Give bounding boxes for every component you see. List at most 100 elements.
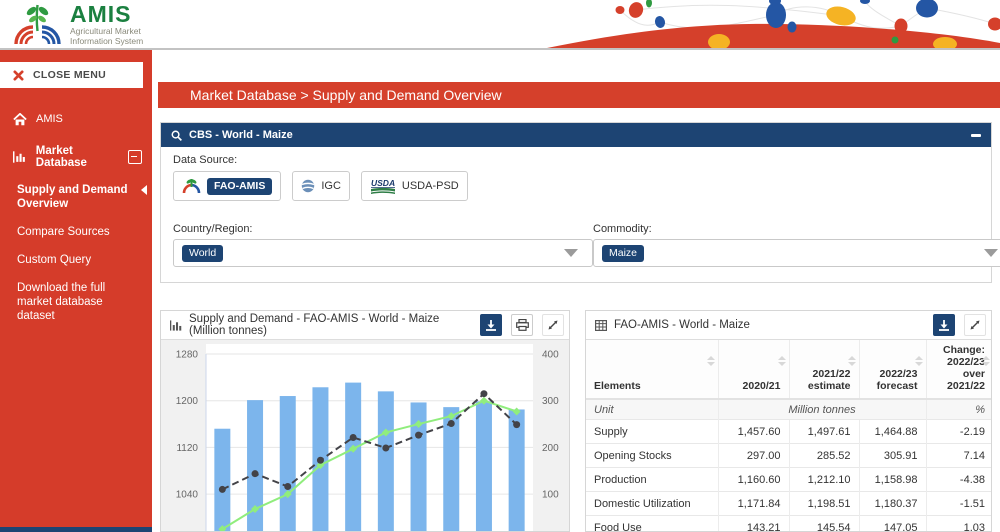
marker-line-dark-dashed[interactable] <box>350 434 357 441</box>
chart-print-button[interactable] <box>511 314 533 336</box>
value-cell: 1,457.60 <box>718 420 789 444</box>
sidebar-item-supply-and-demand-overview[interactable]: Supply and Demand Overview <box>0 183 152 211</box>
source-label: USDA-PSD <box>402 180 459 192</box>
table-expand-button[interactable] <box>964 314 986 336</box>
left-axis-tick: 1120 <box>176 443 198 454</box>
element-cell: Supply <box>586 420 718 444</box>
country-label: Country/Region: <box>173 223 253 235</box>
chart-download-button[interactable] <box>480 314 502 336</box>
chart-body: 1280400120030011202001040100 <box>161 340 569 532</box>
marker-line-dark-dashed[interactable] <box>513 421 520 428</box>
bar[interactable] <box>345 383 361 532</box>
value-cell: 1.03 <box>926 516 992 532</box>
sidebar-item-market-database-label: Market Database <box>36 145 110 169</box>
bar[interactable] <box>214 429 230 532</box>
sidebar-item-amis[interactable]: AMIS <box>0 108 152 130</box>
sort-icon <box>707 356 715 366</box>
value-cell: -1.51 <box>926 492 992 516</box>
close-icon <box>13 70 24 81</box>
filter-panel-body: Data Source: FAO-AMIS <box>161 147 991 283</box>
marker-line-dark-dashed[interactable] <box>317 457 324 464</box>
chart-icon <box>170 320 182 331</box>
marker-line-dark-dashed[interactable] <box>415 432 422 439</box>
right-axis-tick: 100 <box>542 490 559 501</box>
bar[interactable] <box>280 396 296 532</box>
bar[interactable] <box>378 391 394 532</box>
supply-demand-chart[interactable]: 1280400120030011202001040100 <box>161 340 569 532</box>
close-menu-label: CLOSE MENU <box>33 69 106 81</box>
logo-subtitle-1: Agricultural Market <box>70 26 143 36</box>
value-cell: 1,180.37 <box>859 492 926 516</box>
chart-panel-header: Supply and Demand - FAO-AMIS - World - M… <box>161 311 569 340</box>
right-axis-tick: 200 <box>542 443 559 454</box>
amis-logo-icon <box>10 2 64 46</box>
marker-line-dark-dashed[interactable] <box>480 390 487 397</box>
filter-panel-header[interactable]: CBS - World - Maize <box>161 123 991 147</box>
table-row: Domestic Utilization1,171.841,198.511,18… <box>586 492 992 516</box>
sort-icon <box>778 356 786 366</box>
expand-icon <box>969 319 981 331</box>
sidebar-item-download-dataset[interactable]: Download the full market database datase… <box>0 281 152 323</box>
column-header-1[interactable]: 2020/21 <box>718 340 789 399</box>
chart-panel: Supply and Demand - FAO-AMIS - World - M… <box>160 310 570 532</box>
marker-line-dark-dashed[interactable] <box>284 483 291 490</box>
chevron-down-icon <box>564 249 578 257</box>
download-icon <box>938 319 950 331</box>
value-cell: 285.52 <box>789 444 859 468</box>
table-row: Food Use143.21145.54147.051.03 <box>586 516 992 532</box>
search-icon <box>171 130 182 141</box>
sidebar-item-amis-label: AMIS <box>36 113 63 125</box>
column-header-2[interactable]: 2021/22 estimate <box>789 340 859 399</box>
usda-logo-icon: USDA <box>370 178 396 195</box>
marker-line-dark-dashed[interactable] <box>448 420 455 427</box>
close-menu-button[interactable]: CLOSE MENU <box>0 62 143 88</box>
value-cell: 305.91 <box>859 444 926 468</box>
marker-line-dark-dashed[interactable] <box>219 486 226 493</box>
value-cell: 143.21 <box>718 516 789 532</box>
column-header-3[interactable]: 2022/23 forecast <box>859 340 926 399</box>
chart-title: Supply and Demand - FAO-AMIS - World - M… <box>189 313 473 337</box>
table-panel: FAO-AMIS - World - Maize <box>585 310 992 532</box>
source-button-usda-psd[interactable]: USDA USDA-PSD <box>361 171 468 201</box>
sidebar-footer-strip <box>0 527 152 532</box>
right-axis-tick: 300 <box>542 396 559 407</box>
chart-expand-button[interactable] <box>542 314 564 336</box>
table-row: Production1,160.601,212.101,158.98-4.38 <box>586 468 992 492</box>
unit-value: Million tonnes <box>718 399 926 420</box>
column-header-0[interactable]: Elements <box>586 340 718 399</box>
country-value-tag: World <box>182 245 223 262</box>
app-header: AMIS Agricultural Market Information Sys… <box>0 0 1000 50</box>
left-axis-tick: 1280 <box>176 350 199 361</box>
sort-icon <box>982 356 990 366</box>
country-dropdown[interactable]: World <box>173 239 593 267</box>
amis-logo[interactable]: AMIS Agricultural Market Information Sys… <box>10 2 143 46</box>
table-icon <box>595 320 607 331</box>
svg-text:USDA: USDA <box>371 178 395 188</box>
table-download-button[interactable] <box>933 314 955 336</box>
unit-row: UnitMillion tonnes% <box>586 399 992 420</box>
marker-line-dark-dashed[interactable] <box>382 444 389 451</box>
commodity-dropdown[interactable]: Maize <box>593 239 1000 267</box>
subitem-label: Supply and Demand Overview <box>17 184 128 210</box>
sidebar-item-market-database[interactable]: Market Database <box>0 145 152 169</box>
table-panel-header: FAO-AMIS - World - Maize <box>586 311 991 340</box>
source-button-igc[interactable]: IGC <box>292 171 350 201</box>
value-cell: 7.14 <box>926 444 992 468</box>
column-header-4[interactable]: Change: 2022/23 over 2021/22 <box>926 340 992 399</box>
logo-title: AMIS <box>70 2 143 26</box>
table-row: Opening Stocks297.00285.52305.917.14 <box>586 444 992 468</box>
print-icon <box>516 319 529 331</box>
source-button-fao-amis[interactable]: FAO-AMIS <box>173 171 281 201</box>
collapse-panel-icon[interactable] <box>971 134 981 137</box>
sidebar: CLOSE MENU AMIS Market Database Supply a… <box>0 50 152 532</box>
bar[interactable] <box>476 401 492 532</box>
subitem-label: Custom Query <box>17 254 91 266</box>
value-cell: 1,497.61 <box>789 420 859 444</box>
sidebar-item-compare-sources[interactable]: Compare Sources <box>0 225 152 239</box>
collapse-section-icon[interactable] <box>128 150 142 164</box>
sidebar-item-custom-query[interactable]: Custom Query <box>0 253 152 267</box>
subitem-label: Download the full market database datase… <box>17 282 105 322</box>
left-axis-tick: 1040 <box>176 490 199 501</box>
fao-amis-logo-icon <box>182 178 201 194</box>
marker-line-dark-dashed[interactable] <box>252 470 259 477</box>
